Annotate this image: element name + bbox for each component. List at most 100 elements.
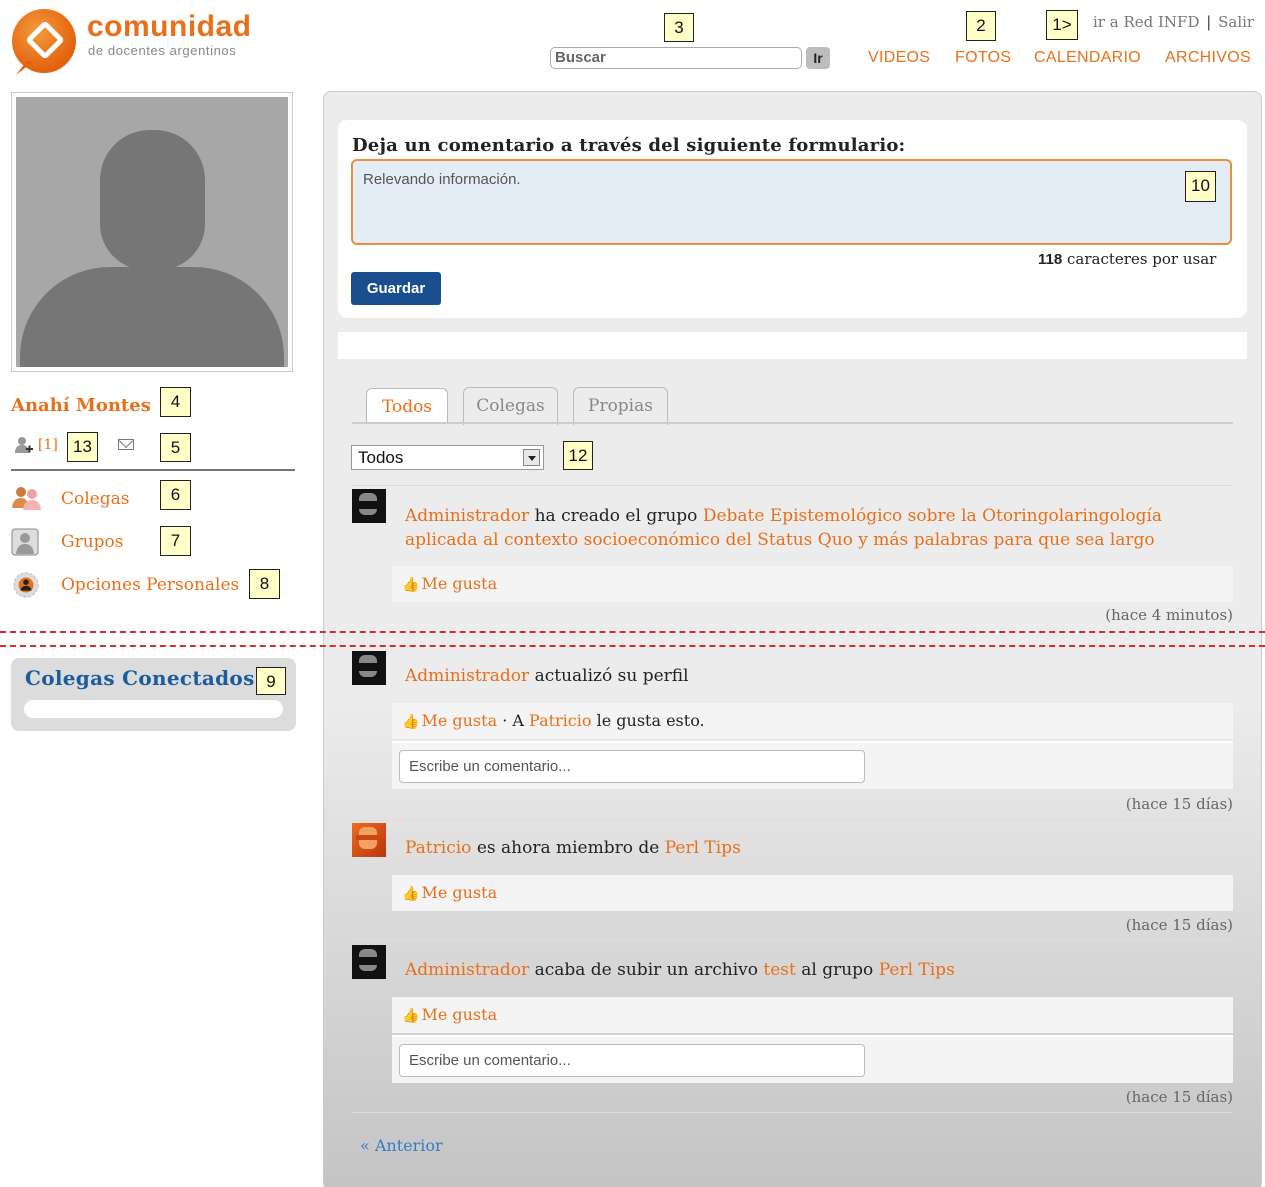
like-bar: 👍 Me gusta — [392, 875, 1233, 911]
profile-avatar[interactable] — [11, 92, 293, 372]
feed-item-text: Patricio es ahora miembro de Perl Tips — [405, 836, 741, 860]
fold-marker-line — [0, 645, 1265, 647]
annotation-tag-3: 3 — [664, 13, 694, 42]
like-link[interactable]: Me gusta — [421, 883, 497, 902]
save-button[interactable]: Guardar — [351, 272, 441, 305]
comment-row: Escribe un comentario... — [392, 741, 1233, 789]
comment-row: Escribe un comentario... — [392, 1035, 1233, 1083]
avatar-hair — [356, 835, 380, 840]
tab-underline — [352, 422, 1233, 424]
sidebar-item-grupos[interactable]: Grupos — [61, 532, 124, 552]
colegas-icon[interactable] — [11, 484, 41, 512]
online-colleagues-list — [24, 700, 283, 718]
annotation-tag-12: 12 — [563, 441, 593, 470]
thumbs-up-icon: 👍 — [402, 886, 420, 902]
feed-divider — [352, 940, 1233, 941]
dropdown-arrow-icon[interactable] — [523, 449, 540, 466]
liker-link[interactable]: Patricio — [529, 711, 592, 730]
settings-gear-icon[interactable] — [11, 571, 41, 599]
feed-group-link[interactable]: Perl Tips — [665, 838, 741, 858]
feed-action: ha creado el grupo — [534, 506, 698, 526]
sidebar-item-colegas[interactable]: Colegas — [61, 489, 129, 509]
form-spacer — [338, 332, 1247, 359]
feed-group-link-cont[interactable]: aplicada al contexto socioeconómico del … — [405, 530, 1155, 550]
mail-icon[interactable] — [118, 439, 134, 450]
feed-user-link[interactable]: Patricio — [405, 838, 471, 858]
feed-group-link[interactable]: Perl Tips — [879, 960, 955, 980]
thumbs-up-icon: 👍 — [402, 1008, 420, 1024]
comment-textarea[interactable]: Relevando información. — [351, 159, 1232, 245]
feed-file-link[interactable]: test — [763, 960, 795, 980]
logo-title[interactable]: comunidad — [87, 10, 252, 44]
profile-name[interactable]: Anahí Montes — [11, 395, 151, 416]
avatar-glasses — [356, 663, 380, 671]
tab-colegas[interactable]: Colegas — [463, 387, 558, 425]
search-input[interactable]: Buscar — [550, 47, 802, 69]
top-links: ir a Red INFD | Salir — [1093, 13, 1254, 31]
like-bar: 👍 Me gusta — [392, 997, 1233, 1033]
like-link[interactable]: Me gusta — [421, 711, 497, 730]
pagination-prev-link[interactable]: « Anterior — [360, 1136, 443, 1155]
feed-timestamp: (hace 15 días) — [1125, 795, 1233, 813]
annotation-tag-2: 2 — [966, 11, 996, 41]
comment-input[interactable]: Escribe un comentario... — [399, 1044, 865, 1077]
nav-archivos[interactable]: ARCHIVOS — [1165, 49, 1251, 67]
feed-action: acaba de subir un archivo — [534, 960, 758, 980]
comment-input[interactable]: Escribe un comentario... — [399, 750, 865, 783]
logo-subtitle: de docentes argentinos — [88, 43, 237, 58]
avatar-glasses — [356, 501, 380, 509]
sidebar-item-opciones[interactable]: Opciones Personales — [61, 575, 239, 595]
annotation-tag-13: 13 — [67, 432, 98, 462]
search-button[interactable]: Ir — [806, 47, 830, 69]
annotation-tag-5: 5 — [160, 433, 191, 462]
user-avatar-administrador[interactable] — [352, 489, 386, 523]
tab-propias[interactable]: Propias — [573, 387, 668, 425]
friend-request-count[interactable]: [1] — [38, 437, 58, 453]
nav-calendario[interactable]: CALENDARIO — [1034, 49, 1141, 67]
feed-divider — [352, 820, 1233, 821]
feed-item-text: Administrador actualizó su perfil — [405, 664, 689, 688]
filter-selected-value: Todos — [358, 448, 404, 467]
annotation-tag-1: 1> — [1046, 10, 1078, 40]
feed-user-link[interactable]: Administrador — [405, 506, 529, 526]
like-link[interactable]: Me gusta — [421, 1005, 497, 1024]
like-bar: 👍 Me gusta · A Patricio le gusta esto. — [392, 703, 1233, 739]
user-avatar-patricio[interactable] — [352, 823, 386, 857]
thumbs-up-icon: 👍 — [402, 714, 420, 730]
feed-action: actualizó su perfil — [534, 666, 689, 686]
red-infd-link[interactable]: ir a Red INFD — [1093, 13, 1199, 31]
sidebar-divider — [11, 469, 295, 471]
annotation-tag-9: 9 — [256, 667, 286, 695]
activity-filter-select[interactable]: Todos — [351, 445, 544, 470]
feed-divider — [352, 485, 1233, 486]
char-counter: 118 caracteres por usar — [1038, 250, 1216, 268]
avatar-glasses — [356, 957, 380, 965]
feed-user-link[interactable]: Administrador — [405, 666, 529, 686]
like-extra-post: le gusta esto. — [591, 711, 705, 730]
nav-fotos[interactable]: FOTOS — [955, 49, 1011, 67]
annotation-tag-6: 6 — [160, 480, 191, 510]
feed-item-text: Administrador ha creado el grupo Debate … — [405, 504, 1162, 552]
grupos-icon[interactable] — [11, 528, 41, 556]
feed-timestamp: (hace 4 minutos) — [1105, 606, 1233, 624]
like-extra-pre: · A — [497, 711, 530, 730]
feed-user-link[interactable]: Administrador — [405, 960, 529, 980]
feed-timestamp: (hace 15 días) — [1125, 916, 1233, 934]
like-link[interactable]: Me gusta — [421, 574, 497, 593]
feed-group-link[interactable]: Debate Epistemológico sobre la Otoringol… — [703, 506, 1162, 526]
annotation-tag-8: 8 — [249, 569, 280, 599]
like-bar: 👍 Me gusta — [392, 566, 1233, 602]
avatar-body-shape — [20, 267, 284, 367]
logout-link[interactable]: Salir — [1218, 13, 1254, 31]
avatar-head-shape — [100, 130, 205, 270]
tab-todos[interactable]: Todos — [366, 388, 448, 424]
feed-item-text: Administrador acaba de subir un archivo … — [405, 958, 955, 982]
feed-action-mid: al grupo — [801, 960, 874, 980]
nav-videos[interactable]: VIDEOS — [868, 49, 930, 67]
friend-request-icon[interactable] — [14, 435, 34, 455]
form-heading: Deja un comentario a través del siguient… — [352, 135, 906, 156]
user-avatar-administrador[interactable] — [352, 945, 386, 979]
avatar-placeholder — [16, 97, 288, 367]
online-colleagues-title: Colegas Conectados — [25, 666, 255, 690]
user-avatar-administrador[interactable] — [352, 651, 386, 685]
